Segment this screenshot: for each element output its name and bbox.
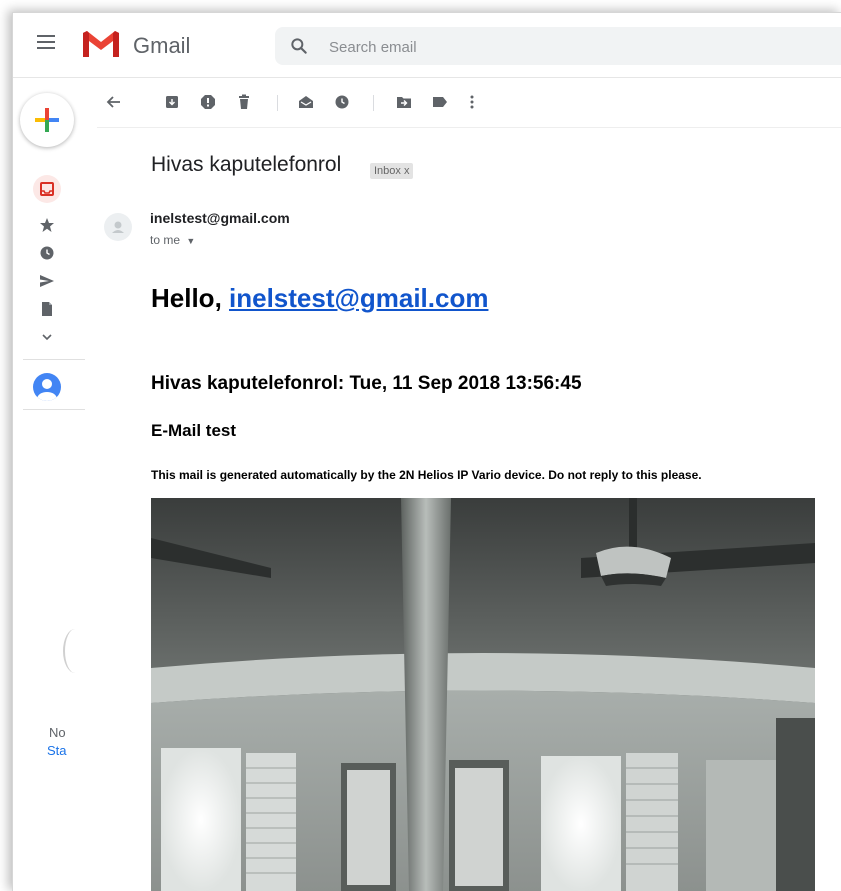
mark-as-unread-button[interactable] [295, 91, 317, 113]
rail-footer-link[interactable]: Sta [47, 743, 67, 758]
trash-icon [239, 94, 249, 109]
search-input[interactable] [327, 37, 711, 57]
left-rail: No Sta [13, 77, 85, 891]
more-vert-icon [470, 95, 474, 109]
rail-footer-text: No [49, 725, 66, 740]
greeting-text: Hello, [151, 283, 230, 313]
arrow-back-icon [106, 96, 120, 108]
clock-icon [40, 246, 54, 260]
message-toolbar [97, 77, 841, 128]
sender-avatar [104, 213, 132, 241]
camera-snapshot-image [151, 498, 815, 891]
search-icon[interactable] [289, 36, 309, 56]
more-options-button[interactable] [461, 91, 483, 113]
rail-snoozed[interactable] [33, 243, 61, 263]
rail-inbox[interactable] [33, 175, 61, 203]
inbox-label-chip[interactable]: Inbox x [370, 163, 414, 179]
toolbar-divider [277, 95, 278, 111]
rail-divider [23, 359, 85, 360]
email-test-heading: E-Mail test [151, 421, 237, 440]
envelope-open-icon [299, 96, 313, 108]
folder-move-icon [397, 97, 411, 108]
recipient-text: to me [150, 233, 181, 247]
send-icon [40, 275, 54, 287]
move-to-button[interactable] [393, 91, 415, 113]
sender-address: inelstest@gmail.com [150, 210, 290, 226]
star-icon [40, 218, 54, 232]
loading-spinner [63, 629, 87, 673]
report-spam-icon [201, 95, 215, 109]
hangouts-avatar[interactable] [33, 373, 61, 401]
rail-divider [23, 409, 85, 410]
toolbar-divider [373, 95, 374, 111]
message-subject: Hivas kaputelefonrol [151, 153, 342, 176]
person-icon [37, 379, 57, 401]
greeting: Hello, inelstest@gmail.com [151, 283, 488, 314]
screenshot-frame: Gmail Search email No Sta Hivas kaputele… [0, 0, 841, 891]
rail-sent[interactable] [33, 271, 61, 291]
archive-icon [166, 96, 178, 108]
snooze-button[interactable] [331, 91, 353, 113]
call-heading: Hivas kaputelefonrol: Tue, 11 Sep 2018 1… [151, 373, 582, 394]
clock-icon [335, 95, 349, 109]
main-menu-button[interactable] [37, 35, 55, 51]
chevron-down-icon [42, 334, 52, 341]
menu-line [37, 35, 55, 37]
rail-more[interactable] [33, 327, 61, 347]
person-icon [112, 221, 124, 233]
back-button[interactable] [103, 91, 125, 113]
gmail-window: Gmail Search email No Sta Hivas kaputele… [12, 12, 841, 891]
compose-button[interactable] [20, 93, 74, 147]
rail-starred[interactable] [33, 215, 61, 235]
gmail-logo-icon[interactable] [81, 29, 121, 59]
rail-drafts[interactable] [33, 299, 61, 319]
top-bar: Gmail [13, 13, 841, 78]
search-box[interactable] [275, 27, 841, 65]
draft-file-icon [42, 302, 52, 316]
recipient-details-toggle[interactable]: to me ▼ [150, 233, 195, 247]
caret-down-icon: ▼ [186, 236, 196, 246]
compose-plus-icon [35, 108, 59, 132]
delete-button[interactable] [233, 91, 255, 113]
label-icon [433, 97, 447, 107]
archive-button[interactable] [161, 91, 183, 113]
labels-button[interactable] [429, 91, 451, 113]
menu-line [37, 47, 55, 49]
greeting-email-link[interactable]: inelstest@gmail.com [229, 283, 488, 313]
menu-line [37, 41, 55, 43]
auto-generated-notice: This mail is generated automatically by … [151, 468, 702, 482]
report-spam-button[interactable] [197, 91, 219, 113]
app-brand: Gmail [133, 33, 191, 58]
inbox-icon [40, 182, 54, 196]
